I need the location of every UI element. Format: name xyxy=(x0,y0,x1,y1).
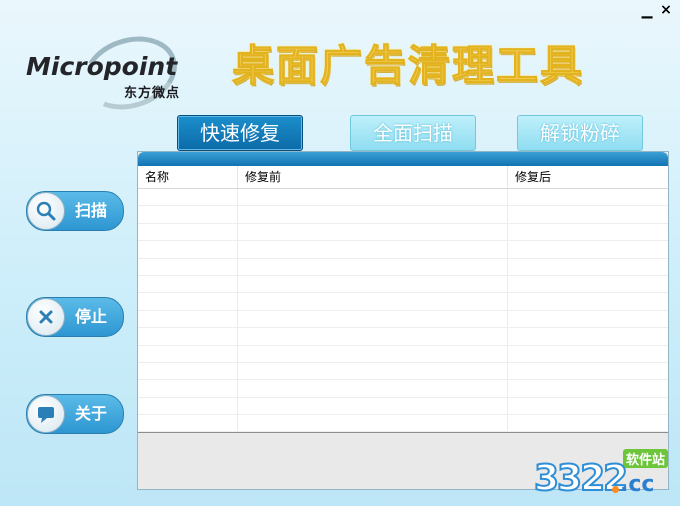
column-divider xyxy=(507,380,508,397)
table-row[interactable] xyxy=(138,380,668,398)
column-header-name[interactable]: 名称 xyxy=(138,166,237,188)
app-title: 桌面广告清理工具 xyxy=(231,41,585,91)
column-divider xyxy=(237,206,238,223)
column-divider xyxy=(507,362,508,380)
table-row[interactable] xyxy=(138,258,668,276)
table-row[interactable] xyxy=(138,328,668,346)
search-icon xyxy=(27,192,65,230)
stop-button-label: 停止 xyxy=(75,307,108,326)
column-divider xyxy=(237,328,238,345)
chat-icon xyxy=(27,395,65,433)
watermark-dot xyxy=(612,486,619,493)
column-divider xyxy=(507,345,508,362)
column-divider xyxy=(237,362,238,380)
table-row[interactable] xyxy=(138,310,668,329)
column-divider xyxy=(237,380,238,397)
column-divider xyxy=(237,275,238,293)
table-row[interactable] xyxy=(138,415,668,433)
column-divider xyxy=(507,258,508,275)
column-divider xyxy=(237,310,238,328)
scan-button[interactable]: 扫描 xyxy=(26,191,124,231)
column-divider xyxy=(507,275,508,293)
column-divider xyxy=(237,345,238,362)
column-divider xyxy=(237,415,238,432)
stop-button[interactable]: 停止 xyxy=(26,297,124,337)
about-button-label: 关于 xyxy=(75,404,108,423)
tab-unlock-shred[interactable]: 解锁粉碎 xyxy=(517,115,643,151)
column-divider xyxy=(507,397,508,415)
scan-button-label: 扫描 xyxy=(75,201,108,220)
watermark-domain: .cc xyxy=(620,472,655,497)
logo-subtitle: 东方微点 xyxy=(124,86,181,101)
tab-quick-repair[interactable]: 快速修复 xyxy=(177,115,303,151)
table-row[interactable] xyxy=(138,345,668,363)
column-divider xyxy=(237,397,238,415)
column-divider xyxy=(237,293,238,310)
list-rows xyxy=(138,189,668,433)
column-divider xyxy=(507,293,508,310)
column-divider xyxy=(237,223,238,241)
column-divider xyxy=(507,189,508,206)
column-divider xyxy=(507,310,508,328)
column-divider xyxy=(507,206,508,223)
watermark-number: 3322 xyxy=(533,457,629,500)
column-divider xyxy=(237,258,238,275)
table-row[interactable] xyxy=(138,241,668,259)
column-divider xyxy=(507,328,508,345)
table-row[interactable] xyxy=(138,223,668,242)
table-row[interactable] xyxy=(138,189,668,207)
micropoint-logo: Micropoint 东方微点 xyxy=(24,24,194,122)
watermark-site: 软件站 xyxy=(623,449,669,468)
table-row[interactable] xyxy=(138,362,668,381)
table-row[interactable] xyxy=(138,275,668,294)
watermark: 软件站 3322 .cc xyxy=(532,444,672,500)
close-icon xyxy=(27,298,65,336)
logo-brand: Micropoint xyxy=(26,52,178,81)
table-row[interactable] xyxy=(138,397,668,416)
table-row[interactable] xyxy=(138,206,668,224)
column-divider xyxy=(237,189,238,206)
column-divider xyxy=(237,241,238,258)
results-list[interactable]: 名称 修复前 修复后 xyxy=(138,166,668,433)
minimize-icon[interactable]: ▁ xyxy=(640,4,654,18)
column-divider xyxy=(507,223,508,241)
table-row[interactable] xyxy=(138,293,668,311)
column-header-after[interactable]: 修复后 xyxy=(507,166,675,188)
close-icon[interactable]: × xyxy=(659,3,673,17)
results-panel: 名称 修复前 修复后 xyxy=(137,151,669,490)
column-divider xyxy=(507,415,508,432)
panel-header-bar xyxy=(138,152,668,166)
about-button[interactable]: 关于 xyxy=(26,394,124,434)
list-header: 名称 修复前 修复后 xyxy=(138,166,668,189)
column-divider xyxy=(507,241,508,258)
column-header-before[interactable]: 修复前 xyxy=(237,166,515,188)
tab-full-scan[interactable]: 全面扫描 xyxy=(350,115,476,151)
app-window: ▁ × Micropoint 东方微点 桌面广告清理工具 快速修复 全面扫描 解… xyxy=(0,0,680,506)
